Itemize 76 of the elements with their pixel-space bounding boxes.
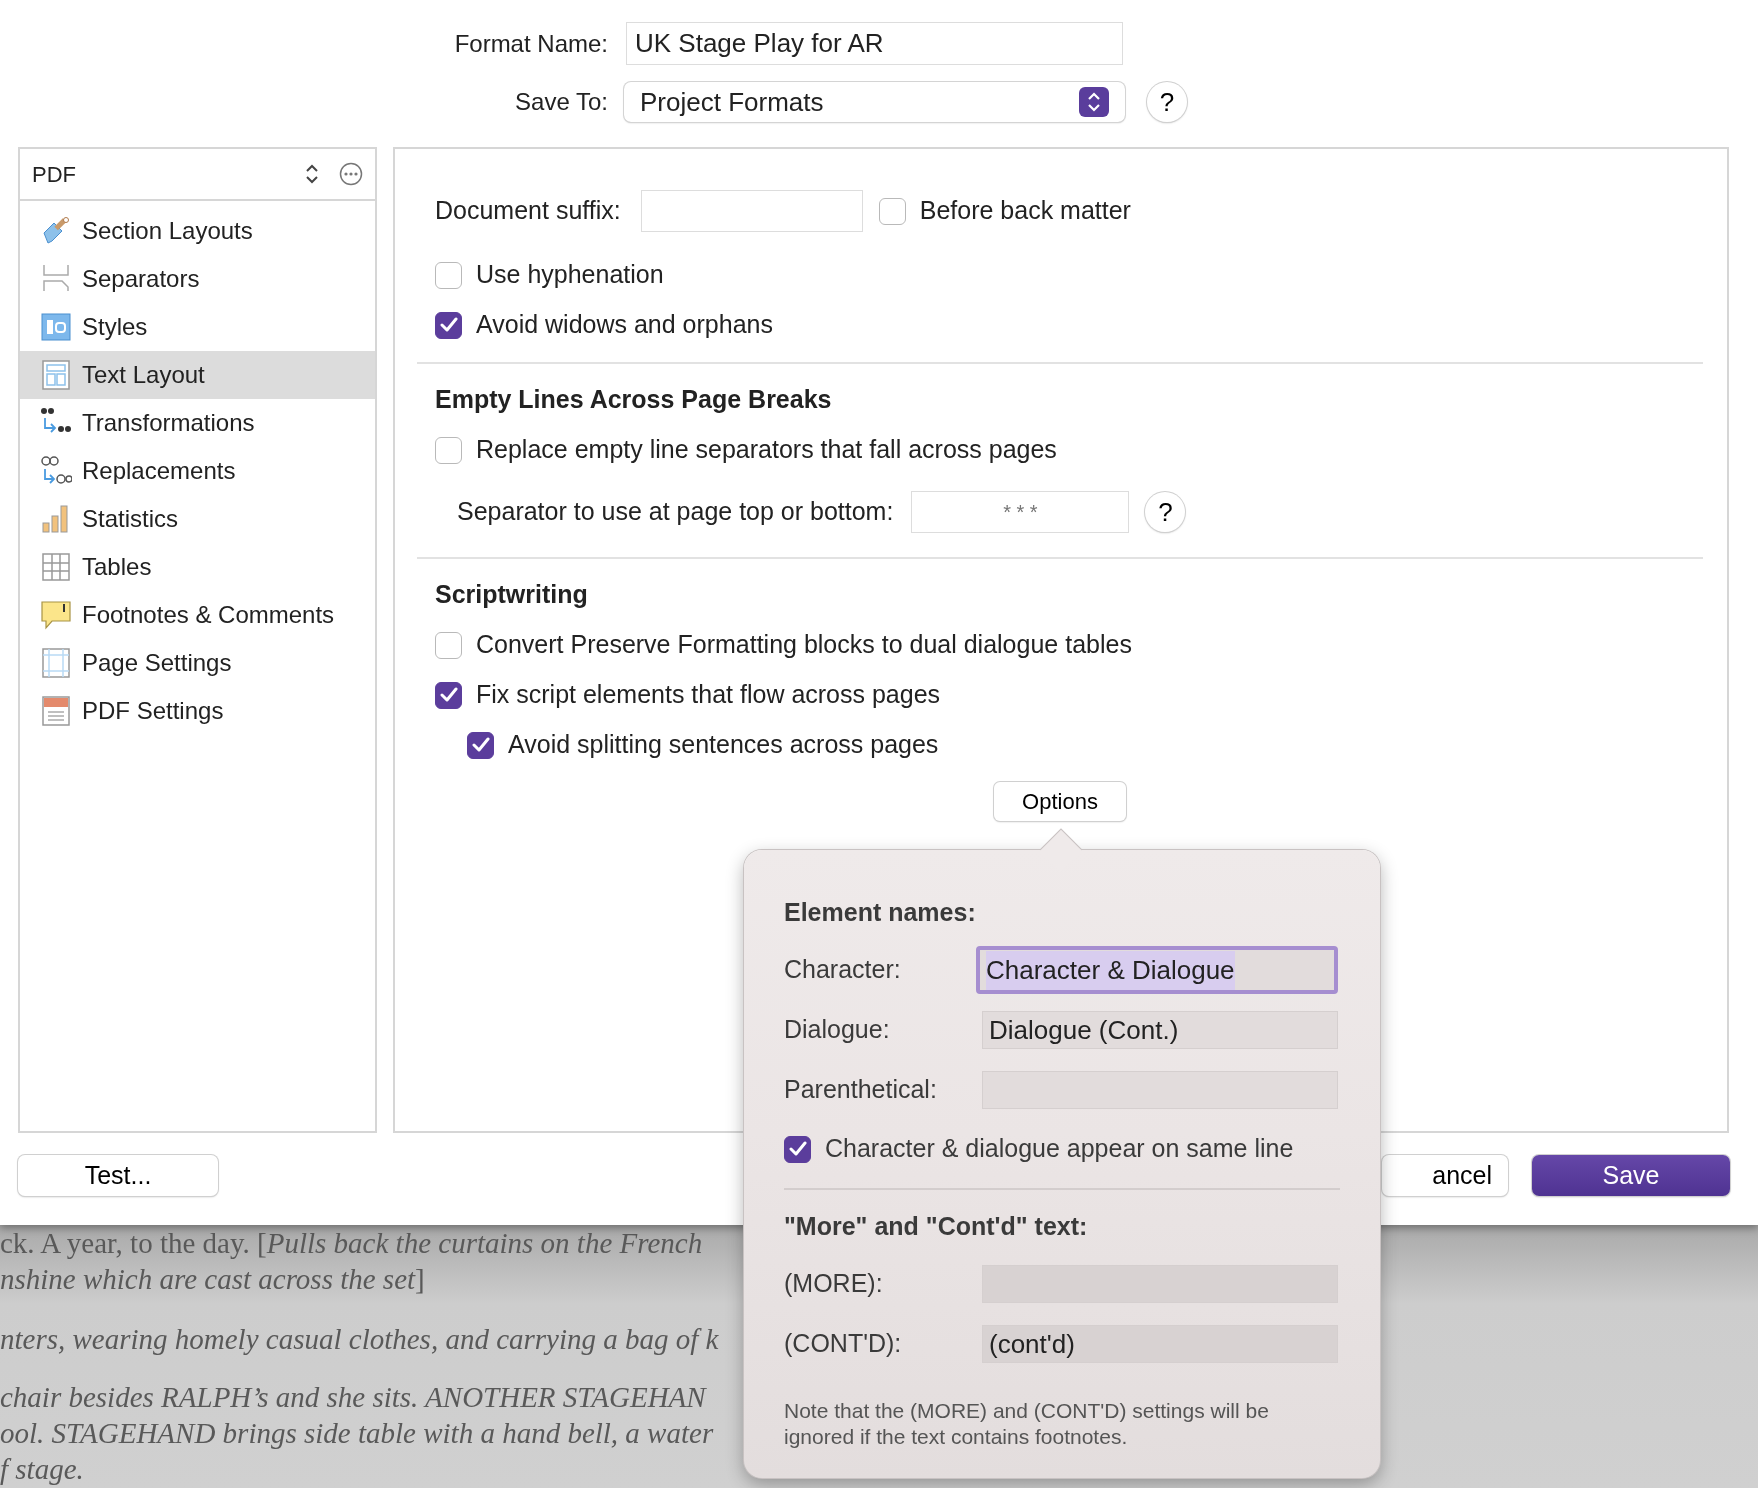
document-text: f stage.: [0, 1452, 84, 1487]
text-field[interactable]: [640, 190, 863, 232]
sidebar-item[interactable]: Footnotes & Comments: [20, 591, 375, 639]
field-label: Format Name:: [453, 28, 609, 59]
pdf-page-icon: [40, 695, 72, 727]
section-heading: "More" and "Cont'd" text:: [784, 1212, 1088, 1240]
sidebar-item[interactable]: Text Layout: [20, 351, 375, 399]
save-button[interactable]: Save: [1532, 1155, 1730, 1196]
dropdown[interactable]: Project Formats: [624, 82, 1125, 122]
checkbox-label: Convert Preserve Formatting blocks to dual dialogue tables: [476, 629, 1132, 661]
layout-icon: [40, 359, 72, 391]
sidebar-item[interactable]: Replacements: [20, 447, 375, 495]
document-text: ck. A year, to the day. [Pulls back the curtains on the French: [0, 1226, 703, 1261]
checkbox[interactable]: [435, 436, 462, 464]
document-text: nters, wearing homely casual clothes, and carrying a bag of k: [0, 1322, 719, 1357]
text-field[interactable]: [982, 1071, 1338, 1109]
field-label: Parenthetical:: [784, 1074, 938, 1106]
page-icon: [40, 647, 72, 679]
replace-arrow-icon: [40, 455, 72, 487]
document-text: ool. STAGEHAND brings side table with a hand bell, a water: [0, 1416, 714, 1451]
table-icon: [40, 551, 72, 583]
field-label: (CONT'D):: [784, 1328, 903, 1360]
sidebar-item[interactable]: Tables: [20, 543, 375, 591]
text-field[interactable]: (cont'd): [982, 1325, 1338, 1363]
text-field[interactable]: * * *: [911, 491, 1130, 533]
section-heading: Element names:: [784, 898, 976, 926]
checkmark-icon: [471, 737, 490, 753]
checkbox-label: Avoid widows and orphans: [476, 309, 773, 341]
sidebar-item[interactable]: Page Settings: [20, 639, 375, 687]
checkbox-label: Fix script elements that flow across pages: [476, 679, 941, 711]
checkbox[interactable]: [435, 631, 462, 659]
checkmark-icon: [788, 1141, 807, 1157]
text-field[interactable]: Dialogue (Cont.): [982, 1011, 1338, 1049]
push-button[interactable]: ancel: [1382, 1155, 1508, 1196]
sidebar-title: PDF: [32, 160, 77, 189]
document-text: nshine which are cast across the set]: [0, 1262, 425, 1297]
section-heading: Empty Lines Across Page Breaks: [435, 384, 832, 416]
section-heading: Scriptwriting: [435, 579, 588, 611]
checkbox[interactable]: [435, 681, 462, 709]
help-button[interactable]: ?: [1147, 82, 1187, 122]
field-label: Document suffix:: [435, 195, 621, 227]
sidebar-item[interactable]: Separators: [20, 255, 375, 303]
more-icon: [339, 162, 363, 186]
options-button[interactable]: Options: [994, 782, 1126, 821]
note-text: Note that the (MORE) and (CONT'D) settings will be ignored if the text contains footnotes.: [784, 1398, 1270, 1450]
checkbox-label: Replace empty line separators that fall across pages: [476, 434, 1057, 466]
field-label: Separator to use at page top or bottom:: [457, 496, 894, 528]
chevron-updown-icon: [305, 164, 319, 184]
text-field[interactable]: UK Stage Play for AR: [626, 22, 1123, 65]
styles-icon: [40, 311, 72, 343]
checkbox[interactable]: [435, 311, 462, 339]
field-label: Dialogue:: [784, 1014, 891, 1046]
checkbox[interactable]: [435, 261, 462, 289]
checkbox[interactable]: [784, 1135, 811, 1163]
speech-bubble-icon: [40, 599, 72, 631]
checkbox-label: Use hyphenation: [476, 259, 664, 291]
field-label: Character:: [784, 954, 902, 986]
sidebar-item[interactable]: Transformations: [20, 399, 375, 447]
document-text: chair besides RALPH’s and she sits. ANOTHER STAGEHAN: [0, 1380, 706, 1415]
checkmark-icon: [439, 687, 458, 703]
checkbox[interactable]: [467, 731, 494, 759]
field-label: (MORE):: [784, 1268, 884, 1300]
chevron-updown-icon: [1079, 87, 1109, 117]
field-label: Save To:: [514, 87, 609, 117]
sidebar-item[interactable]: PDF Settings: [20, 687, 375, 735]
text-field[interactable]: Character & Dialogue: [976, 946, 1338, 994]
push-button[interactable]: Test...: [18, 1155, 218, 1196]
checkbox-label: Avoid splitting sentences across pages: [508, 729, 939, 761]
checkbox[interactable]: [878, 197, 906, 225]
sidebar-item[interactable]: Statistics: [20, 495, 375, 543]
checkbox-label: Character & dialogue appear on same line: [825, 1133, 1294, 1165]
sidebar-item[interactable]: Section Layouts: [20, 207, 375, 255]
checkbox-label: Before back matter: [919, 195, 1131, 227]
help-button[interactable]: ?: [1145, 492, 1186, 532]
checkmark-icon: [439, 317, 458, 333]
sidebar-item[interactable]: Styles: [20, 303, 375, 351]
